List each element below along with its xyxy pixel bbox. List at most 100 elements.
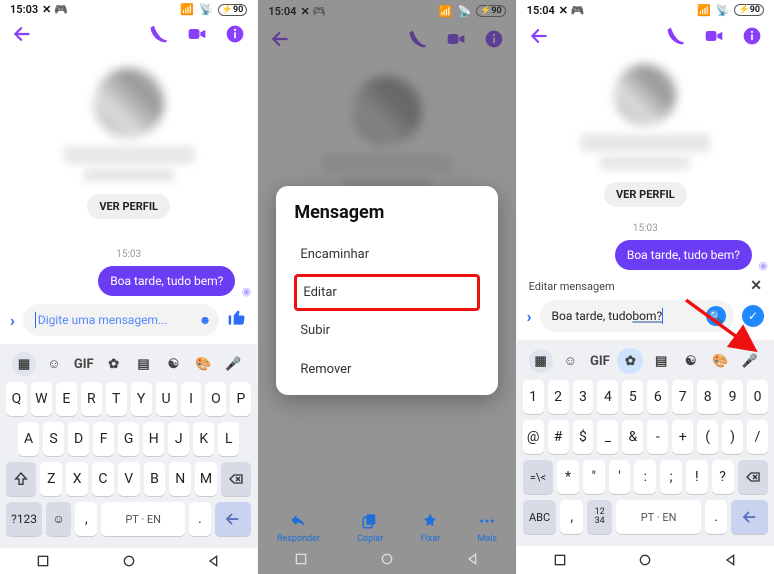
video-call-button[interactable] xyxy=(187,24,207,48)
key-plus[interactable]: + xyxy=(672,420,693,454)
thumbs-up-button[interactable] xyxy=(227,308,247,332)
settings-icon[interactable]: ✿ xyxy=(617,348,643,374)
contact-avatar[interactable] xyxy=(94,68,164,138)
nav-home-icon[interactable] xyxy=(379,551,395,567)
enter-key[interactable] xyxy=(215,502,251,536)
key-s[interactable]: S xyxy=(43,422,64,456)
sticker-icon[interactable]: ☺ xyxy=(42,353,66,375)
nav-back-icon[interactable] xyxy=(723,552,739,568)
key-dollar[interactable]: $ xyxy=(573,420,594,454)
nav-recent-icon[interactable] xyxy=(293,551,309,567)
key-k[interactable]: K xyxy=(193,422,214,456)
key-dquote[interactable]: " xyxy=(583,460,605,494)
key-c[interactable]: C xyxy=(92,462,114,496)
key-7[interactable]: 7 xyxy=(672,380,693,414)
sticker-icon[interactable]: ☺ xyxy=(558,350,582,372)
key-t[interactable]: T xyxy=(106,382,127,416)
key-amp[interactable]: & xyxy=(622,420,643,454)
key-u[interactable]: U xyxy=(156,382,177,416)
message-input[interactable]: Digite uma mensagem... ☻ xyxy=(23,304,219,336)
abc-key[interactable]: ABC xyxy=(523,500,557,534)
key-l[interactable]: L xyxy=(218,422,239,456)
composer-expand-button[interactable]: › xyxy=(10,311,15,330)
nav-back-icon[interactable] xyxy=(465,551,481,567)
video-call-button[interactable] xyxy=(704,26,724,50)
enter-key[interactable] xyxy=(731,500,768,534)
comma-key[interactable]: , xyxy=(75,502,97,536)
theme-icon[interactable]: 🎨 xyxy=(191,353,215,375)
info-button[interactable] xyxy=(225,24,245,48)
option-edit[interactable]: Editar xyxy=(294,274,479,311)
key-i[interactable]: I xyxy=(181,382,202,416)
back-button[interactable] xyxy=(529,26,549,50)
key-star[interactable]: * xyxy=(557,460,579,494)
view-profile-button[interactable]: VER PERFIL xyxy=(604,182,687,207)
key-0[interactable]: 0 xyxy=(747,380,768,414)
back-button[interactable] xyxy=(12,24,32,48)
nav-home-icon[interactable] xyxy=(637,552,653,568)
backspace-key[interactable] xyxy=(221,462,251,496)
view-profile-button[interactable]: VER PERFIL xyxy=(87,194,170,219)
option-bump[interactable]: Subir xyxy=(294,311,479,350)
composer-expand-button[interactable]: › xyxy=(527,307,532,326)
keyboard-menu-icon[interactable]: ▦ xyxy=(12,352,36,376)
action-copy[interactable]: Copiar xyxy=(357,512,383,544)
key-w[interactable]: W xyxy=(31,382,52,416)
key-slash[interactable]: / xyxy=(747,420,768,454)
key-z[interactable]: Z xyxy=(40,462,62,496)
period-key[interactable]: . xyxy=(705,500,728,534)
key-e[interactable]: E xyxy=(56,382,77,416)
info-button[interactable] xyxy=(742,26,762,50)
key-r[interactable]: R xyxy=(81,382,102,416)
emoji-key[interactable]: ☺ xyxy=(46,502,71,536)
backspace-key[interactable] xyxy=(738,460,768,494)
voice-call-button[interactable] xyxy=(666,26,686,50)
option-forward[interactable]: Encaminhar xyxy=(294,235,479,274)
gif-button[interactable]: GIF xyxy=(72,353,96,375)
key-o[interactable]: O xyxy=(205,382,226,416)
key-x[interactable]: X xyxy=(66,462,88,496)
option-remove[interactable]: Remover xyxy=(294,350,479,389)
key-lparen[interactable]: ( xyxy=(697,420,718,454)
key-g[interactable]: G xyxy=(118,422,139,456)
space-key[interactable]: PT · EN xyxy=(616,500,701,534)
nav-back-icon[interactable] xyxy=(206,553,222,569)
nav-recent-icon[interactable] xyxy=(552,552,568,568)
settings-icon[interactable]: ✿ xyxy=(102,353,126,375)
key-squote[interactable]: ' xyxy=(609,460,631,494)
comma-key[interactable]: , xyxy=(560,500,583,534)
key-1[interactable]: 1 xyxy=(523,380,544,414)
sym-shift-key[interactable]: =\< xyxy=(523,460,553,494)
key-excl[interactable]: ! xyxy=(686,460,708,494)
nav-home-icon[interactable] xyxy=(121,553,137,569)
action-more[interactable]: Mais xyxy=(477,512,497,544)
key-f[interactable]: F xyxy=(93,422,114,456)
sent-message-bubble[interactable]: Boa tarde, tudo bem? ◉ xyxy=(615,240,752,270)
key-j[interactable]: J xyxy=(168,422,189,456)
key-8[interactable]: 8 xyxy=(697,380,718,414)
mic-icon[interactable]: 🎤 xyxy=(221,353,245,375)
translate-icon[interactable]: ☯ xyxy=(161,353,185,375)
key-m[interactable]: M xyxy=(195,462,217,496)
sent-message-bubble[interactable]: Boa tarde, tudo bem? ◉ xyxy=(98,266,235,296)
key-minus[interactable]: - xyxy=(647,420,668,454)
key-n[interactable]: N xyxy=(169,462,191,496)
key-q[interactable]: Q xyxy=(6,382,27,416)
key-quest[interactable]: ? xyxy=(712,460,734,494)
space-key[interactable]: PT · EN xyxy=(101,502,184,536)
key-y[interactable]: Y xyxy=(131,382,152,416)
voice-call-button[interactable] xyxy=(149,24,169,48)
key-a[interactable]: A xyxy=(18,422,39,456)
key-semicolon[interactable]: ; xyxy=(660,460,682,494)
key-v[interactable]: V xyxy=(118,462,140,496)
clipboard-icon[interactable]: ▤ xyxy=(132,353,156,375)
key-6[interactable]: 6 xyxy=(647,380,668,414)
clipboard-icon[interactable]: ▤ xyxy=(649,350,673,372)
shift-key[interactable] xyxy=(6,462,36,496)
keyboard-menu-icon[interactable]: ▦ xyxy=(529,349,553,373)
gif-button[interactable]: GIF xyxy=(588,350,612,372)
key-h[interactable]: H xyxy=(143,422,164,456)
period-key[interactable]: . xyxy=(189,502,211,536)
contact-avatar[interactable] xyxy=(614,64,676,126)
key-9[interactable]: 9 xyxy=(722,380,743,414)
